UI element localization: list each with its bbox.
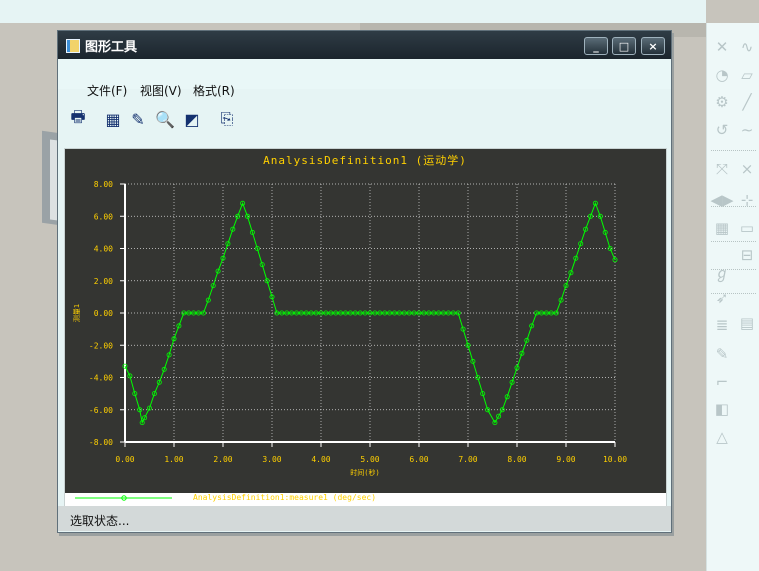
x-tick-label: 4.00: [311, 455, 330, 464]
cross-tool-icon[interactable]: ✕: [712, 37, 732, 57]
y-tick-label: 2.00: [94, 277, 113, 286]
gravity-tool-icon[interactable]: ℊ: [712, 262, 732, 282]
x-axis-label: 时间(秒): [350, 468, 379, 477]
menu-format[interactable]: 格式(R): [193, 82, 235, 99]
chart-title: AnalysisDefinition1 (运动学): [263, 153, 467, 167]
menu-file[interactable]: 文件(F): [87, 82, 127, 99]
export-icon[interactable]: ⎘: [216, 108, 238, 130]
arrows-tool-icon[interactable]: ◀▶: [710, 190, 733, 210]
grid-tool-icon[interactable]: ▦: [712, 218, 732, 238]
right-tool-panel: ✕ ∿ ◔ ▱ ⚙ ╱ ↺ ∼ ⤧ × ◀▶ ⊹ ▦ ▭ ⊟ ℊ ➶ ≣ ▤ ✎…: [706, 23, 759, 571]
x-tick-label: 6.00: [409, 455, 428, 464]
legend-label: AnalysisDefinition1:measure1 (deg/sec): [193, 493, 376, 502]
x-tick-label: 10.00: [603, 455, 627, 464]
motor-tool-icon[interactable]: ◔: [712, 65, 732, 85]
x-tick-label: 1.00: [164, 455, 183, 464]
y-tick-label: 4.00: [94, 245, 113, 254]
plane-tool-icon[interactable]: ▱: [737, 65, 757, 85]
y-tick-label: -2.00: [89, 341, 113, 350]
x-tick-label: 0.00: [115, 455, 134, 464]
spring-tool-icon[interactable]: ×: [737, 159, 757, 179]
line-tool-icon[interactable]: ╱: [737, 92, 757, 112]
y-tick-label: 0.00: [94, 309, 113, 318]
x-tick-label: 5.00: [360, 455, 379, 464]
graph-tool-window: 图形工具 _ □ × 文件(F) 视图(V) 格式(R) 🖶 ▦ ✎ 🔍 ◩ ⎘…: [57, 30, 672, 533]
legend-area: AnalysisDefinition1:measure1 (deg/sec): [75, 493, 376, 502]
y-tick-label: 8.00: [94, 180, 113, 189]
y-tick-label: -4.00: [89, 374, 113, 383]
y-tick-label: 6.00: [94, 212, 113, 221]
zoom-in-icon[interactable]: 🔍: [154, 108, 176, 130]
edit-icon[interactable]: ✎: [127, 108, 149, 130]
window-title: 图形工具: [85, 40, 138, 55]
joint-tool-icon[interactable]: ⊹: [737, 190, 757, 210]
toolbar: [58, 105, 671, 139]
profile-tool-icon[interactable]: ⌐: [712, 372, 732, 392]
bell-tool-icon[interactable]: △: [712, 427, 732, 447]
gear-tool-icon[interactable]: ⚙: [712, 92, 732, 112]
box-tool-icon[interactable]: ▭: [737, 218, 757, 238]
print-icon[interactable]: 🖶: [67, 107, 89, 130]
link-tool-icon[interactable]: ⊟: [737, 245, 757, 265]
curve-tool-icon[interactable]: ∿: [737, 37, 757, 57]
x-tick-label: 2.00: [213, 455, 232, 464]
x-tick-label: 9.00: [556, 455, 575, 464]
chart-area: AnalysisDefinition1 (运动学) 0.00 1.00 2.00 3.0…: [65, 149, 666, 493]
mass-tool-icon[interactable]: ◧: [712, 399, 732, 419]
connect-tool-icon[interactable]: ⤧: [712, 159, 732, 179]
status-text: 选取状态...: [70, 514, 130, 528]
top-strip: [0, 0, 706, 23]
grid-icon[interactable]: ▦: [102, 108, 124, 130]
y-axis-label: 测量1: [73, 304, 81, 322]
y-tick-label: -8.00: [89, 438, 113, 447]
window-icon: [66, 39, 80, 53]
close-button[interactable]: ×: [641, 37, 665, 55]
menu-view[interactable]: 视图(V): [140, 82, 182, 99]
refit-icon[interactable]: ◩: [181, 108, 203, 130]
damper-tool-icon[interactable]: ≣: [712, 315, 732, 335]
measure-tool-icon[interactable]: ✎: [712, 344, 732, 364]
spring-load-icon[interactable]: ➶: [712, 288, 732, 308]
series-line: [124, 201, 616, 425]
status-bar: 选取状态...: [58, 506, 671, 531]
maximize-button[interactable]: □: [612, 37, 636, 55]
chart-svg: AnalysisDefinition1 (运动学) 0.00 1.00 2.00 3.0…: [73, 153, 627, 477]
x-tick-label: 8.00: [507, 455, 526, 464]
plot-frame: AnalysisDefinition1 (运动学) 0.00 1.00 2.00 3.0…: [64, 148, 667, 507]
title-bar[interactable]: 图形工具 _ □ ×: [58, 31, 671, 59]
y-tick-label: -6.00: [89, 406, 113, 415]
x-tick-label: 7.00: [458, 455, 477, 464]
table-tool-icon[interactable]: ▤: [737, 313, 757, 333]
x-tick-label: 3.00: [262, 455, 281, 464]
minimize-button[interactable]: _: [584, 37, 608, 55]
wave-tool-icon[interactable]: ∼: [737, 120, 757, 140]
hook-tool-icon[interactable]: ↺: [712, 120, 732, 140]
